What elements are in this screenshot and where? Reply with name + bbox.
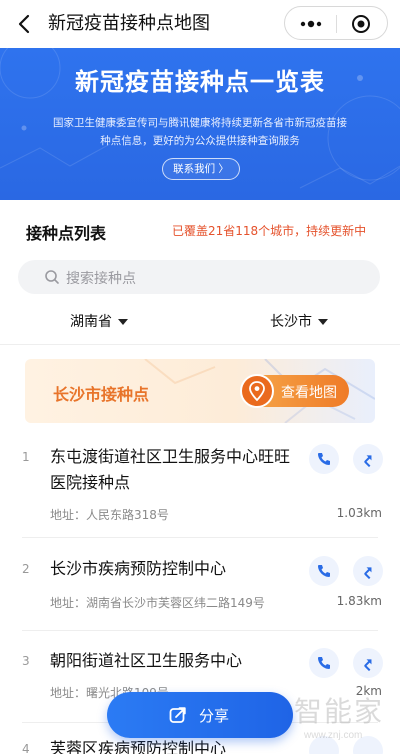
list-title: 接种点列表 [26, 224, 107, 243]
item-name: 东屯渡街道社区卫生服务中心旺旺医院接种点 [50, 447, 291, 492]
mini-program-capsule [284, 6, 388, 40]
phone-icon [318, 453, 330, 465]
call-button[interactable] [309, 444, 339, 474]
item-address: 地址：湖南省长沙市芙蓉区纬二路149号 [50, 596, 265, 610]
page: 新冠疫苗接种点地图 新冠疫苗接种点一览表 国家卫生健康委宣传司与腾讯健康将持续更 [0, 0, 400, 754]
call-button[interactable] [309, 648, 339, 678]
item-number: 1 [22, 450, 30, 464]
item-distance: 1.83km [336, 594, 382, 608]
close-target-icon[interactable] [351, 14, 371, 34]
divider [22, 630, 378, 631]
more-dots-icon[interactable] [299, 16, 323, 32]
list-item[interactable]: 1 东屯渡街道社区卫生服务中心旺旺医院接种点 地址：人民东路318号 1.03k… [0, 444, 400, 544]
contact-us-button[interactable]: 联系我们 〉 [162, 158, 240, 180]
search-icon [45, 270, 59, 284]
watermark-logo-text: 智能家 [294, 695, 385, 728]
nav-bar: 新冠疫苗接种点地图 [0, 0, 400, 48]
divider [22, 537, 378, 538]
search-bar[interactable]: 搜索接种点 [18, 260, 380, 294]
province-select[interactable]: 湖南省 [70, 311, 128, 331]
navigate-button[interactable] [353, 648, 383, 678]
coverage-note: 已覆盖21省118个城市，持续更新中 [172, 224, 367, 238]
watermark: 智能家 www.znj.com [294, 690, 398, 754]
list-item[interactable]: 2 长沙市疾病预防控制中心 地址：湖南省长沙市芙蓉区纬二路149号 1.83km [0, 556, 400, 626]
item-name: 芙蓉区疾病预防控制中心 [50, 739, 227, 754]
navigate-arrow-icon [364, 455, 372, 467]
phone-icon [318, 657, 330, 669]
page-title: 新冠疫苗接种点地图 [48, 13, 210, 34]
item-name: 长沙市疾病预防控制中心 [50, 559, 227, 578]
city-card-title: 长沙市接种点 [53, 385, 150, 404]
share-icon [169, 707, 186, 723]
capsule-divider [336, 15, 337, 33]
watermark-url: www.znj.com [304, 730, 363, 741]
search-input[interactable]: 搜索接种点 [66, 268, 136, 288]
item-number: 3 [22, 654, 30, 668]
city-select[interactable]: 长沙市 [270, 311, 328, 331]
banner-title: 新冠疫苗接种点一览表 [75, 68, 325, 96]
navigate-arrow-icon [364, 659, 372, 671]
divider [0, 344, 400, 345]
share-label: 分享 [199, 707, 230, 725]
hero-banner: 新冠疫苗接种点一览表 国家卫生健康委宣传司与腾讯健康将持续更新各省市新冠疫苗接种… [0, 48, 400, 200]
map-pin-icon [240, 374, 274, 408]
item-name: 朝阳街道社区卫生服务中心 [50, 651, 243, 670]
navigate-button[interactable] [353, 556, 383, 586]
item-address: 地址：人民东路318号 [50, 508, 169, 522]
city-banner-card: 长沙市接种点 查看地图 [25, 359, 375, 423]
item-distance: 1.03km [336, 506, 382, 520]
back-arrow-icon[interactable] [14, 13, 36, 35]
province-label: 湖南省 [70, 314, 112, 330]
view-map-label: 查看地图 [281, 385, 337, 401]
navigate-button[interactable] [353, 444, 383, 474]
call-button[interactable] [309, 556, 339, 586]
navigate-arrow-icon [364, 567, 372, 579]
item-number: 4 [22, 742, 30, 754]
caret-down-icon [118, 319, 128, 325]
banner-description: 国家卫生健康委宣传司与腾讯健康将持续更新各省市新冠疫苗接种点信息，更好的为公众提… [53, 117, 347, 147]
item-number: 2 [22, 562, 30, 576]
caret-down-icon [318, 319, 328, 325]
phone-icon [318, 565, 330, 577]
share-button[interactable]: 分享 [107, 692, 293, 738]
city-label: 长沙市 [270, 314, 312, 330]
view-map-button[interactable]: 查看地图 [240, 374, 349, 408]
